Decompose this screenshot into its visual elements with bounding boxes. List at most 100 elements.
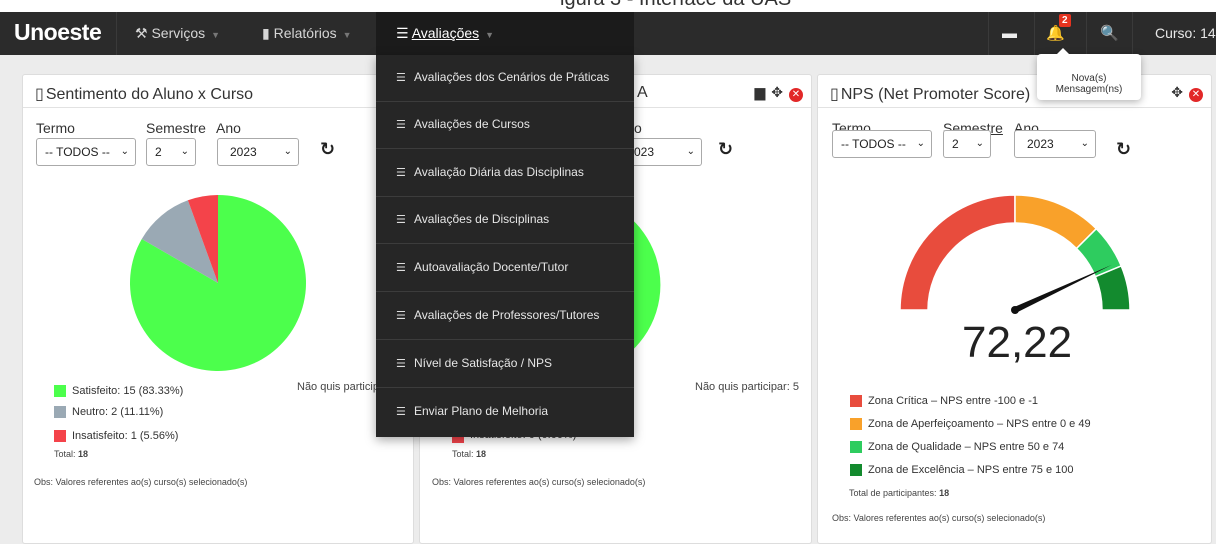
nav-servicos-label: Serviços	[151, 25, 206, 41]
chevron-down-icon: ⌄	[1080, 138, 1089, 149]
stack-icon: ☰	[396, 25, 409, 41]
legend-swatch	[54, 406, 66, 418]
semestre-select[interactable]: 2 ⌄	[943, 130, 991, 158]
stack-icon: ☰	[396, 406, 406, 418]
nao-quis-participar: Não quis participar: 5	[695, 381, 799, 393]
ano-select[interactable]: 2023 ⌄	[1014, 130, 1096, 158]
caret-down-icon: ▼	[342, 30, 352, 40]
chevron-down-icon: ⌄	[916, 138, 925, 149]
ano-value: 2023	[1027, 137, 1054, 151]
termo-select[interactable]: -- TODOS -- ⌄	[36, 138, 136, 166]
pie-chart-sentimento	[130, 195, 306, 371]
search-button[interactable]: 🔍	[1086, 12, 1132, 55]
stack-icon: ☰	[396, 72, 406, 84]
gauge-band	[899, 194, 1016, 311]
total-label: Total:	[54, 449, 79, 459]
semestre-select[interactable]: 2 ⌄	[146, 138, 196, 166]
total-text: Total: 18	[54, 449, 88, 459]
ano-value: 2023	[230, 145, 257, 159]
close-icon[interactable]: ✕	[789, 88, 803, 102]
close-icon[interactable]: ✕	[1189, 88, 1203, 102]
chevron-down-icon: ⌄	[120, 146, 129, 157]
move-icon[interactable]: ✥	[771, 84, 783, 101]
menu-item-cenarios-praticas[interactable]: ☰ Avaliações dos Cenários de Práticas	[376, 55, 634, 102]
obs-text: Obs: Valores referentes ao(s) curso(s) s…	[432, 477, 646, 487]
stack-icon: ☰	[396, 262, 406, 274]
termo-value: -- TODOS --	[841, 137, 906, 151]
panel-header: ▯ NPS (Net Promoter Score) ✥ ✕	[818, 75, 1211, 108]
termo-select[interactable]: -- TODOS -- ⌄	[832, 130, 932, 158]
menu-item-label: Avaliações de Disciplinas	[414, 212, 550, 226]
panel-title: Sentimento do Aluno x Curso	[45, 86, 254, 103]
nav-avaliacoes[interactable]: ☰ Avaliações ▼	[376, 12, 634, 55]
notifications-button[interactable]: 🔔 2	[1034, 12, 1076, 55]
ano-value-partial: 023	[634, 145, 655, 159]
legend-swatch	[850, 441, 862, 453]
chevron-down-icon: ⌄	[686, 146, 695, 157]
curso-selector[interactable]: Curso: 14	[1132, 12, 1216, 55]
refresh-icon[interactable]: ↻	[718, 139, 733, 160]
nav-relatorios-label: Relatórios	[273, 25, 337, 41]
mobile-icon: ▯	[35, 86, 44, 103]
menu-item-plano-melhoria[interactable]: ☰ Enviar Plano de Melhoria	[376, 389, 634, 436]
menu-item-autoavaliacao[interactable]: ☰ Autoavaliação Docente/Tutor	[376, 245, 634, 292]
messages-button[interactable]: ▬	[988, 12, 1030, 55]
nao-quis-participar: Não quis particip	[297, 381, 379, 393]
menu-item-label: Avaliação Diária das Disciplinas	[414, 165, 584, 179]
legend-label: Zona de Aperfeiçoamento – NPS entre 0 e …	[868, 418, 1091, 430]
obs-text: Obs: Valores referentes ao(s) curso(s) s…	[832, 513, 1046, 523]
caret-down-icon: ▼	[211, 30, 221, 40]
nav-servicos[interactable]: ⚒ Serviços ▼	[116, 12, 238, 55]
menu-item-label: Autoavaliação Docente/Tutor	[414, 260, 569, 274]
nav-avaliacoes-label: Avaliações	[411, 25, 480, 41]
chat-icon: ▬	[1002, 25, 1017, 42]
search-icon: 🔍	[1100, 25, 1119, 42]
move-icon[interactable]: ✥	[1171, 84, 1183, 101]
mobile-icon: ▯	[830, 86, 839, 103]
messages-tooltip: Nova(s) Mensagem(ns)	[1037, 48, 1141, 100]
menu-item-label: Avaliações de Cursos	[414, 117, 530, 131]
legend-label: Zona Crítica – NPS entre -100 e -1	[868, 395, 1038, 407]
total-text: Total: 18	[452, 449, 486, 459]
stack-icon: ☰	[396, 167, 406, 179]
nps-value: 72,22	[962, 318, 1073, 367]
semestre-value: 2	[155, 145, 162, 159]
menu-item-avaliacoes-disciplinas[interactable]: ☰ Avaliações de Disciplinas	[376, 197, 634, 244]
avaliacoes-dropdown-menu: ☰ Avaliações dos Cenários de Práticas ☰ Av…	[376, 55, 634, 437]
semestre-value: 2	[952, 137, 959, 151]
menu-item-nps[interactable]: ☰ Nível de Satisfação / NPS	[376, 341, 634, 388]
ano-label: Ano	[216, 120, 241, 136]
stack-icon: ☰	[396, 119, 406, 131]
termo-value: -- TODOS --	[45, 145, 110, 159]
caret-down-icon: ▼	[485, 30, 495, 40]
menu-item-diaria-disciplinas[interactable]: ☰ Avaliação Diária das Disciplinas	[376, 150, 634, 197]
stack-icon: ☰	[396, 358, 406, 370]
brand-logo[interactable]: Unoeste	[14, 19, 102, 46]
legend-label: Zona de Qualidade – NPS entre 50 e 74	[868, 441, 1065, 453]
termo-label-partial: o	[634, 120, 642, 136]
legend-swatch	[850, 395, 862, 407]
chevron-down-icon: ⌄	[975, 138, 984, 149]
page-heading: igura 3 - Interface da UAS	[560, 0, 791, 11]
nav-relatorios[interactable]: ▮ Relatórios ▼	[242, 12, 376, 55]
chevron-down-icon: ⌄	[283, 146, 292, 157]
menu-item-label: Avaliações de Professores/Tutores	[414, 308, 600, 322]
obs-text: Obs: Valores referentes ao(s) curso(s) s…	[34, 477, 248, 487]
legend-label: Insatisfeito: 1 (5.56%)	[72, 430, 179, 442]
legend-label: Zona de Excelência – NPS entre 75 e 100	[868, 464, 1074, 476]
legend-swatch	[850, 418, 862, 430]
refresh-icon[interactable]: ↻	[320, 139, 335, 160]
ano-select[interactable]: 2023 ⌄	[217, 138, 299, 166]
menu-item-professores-tutores[interactable]: ☰ Avaliações de Professores/Tutores	[376, 293, 634, 340]
total-label: Total:	[452, 449, 477, 459]
refresh-icon[interactable]: ↻	[1116, 139, 1131, 160]
print-icon[interactable]: ▆	[754, 84, 765, 101]
menu-item-label: Nível de Satisfação / NPS	[414, 356, 553, 370]
termo-label: Termo	[36, 120, 75, 136]
menu-item-avaliacoes-cursos[interactable]: ☰ Avaliações de Cursos	[376, 102, 634, 149]
panel-header: ▯Sentimento do Aluno x Curso ▆	[23, 75, 413, 108]
total-value: 18	[476, 449, 487, 459]
legend-swatch	[54, 430, 66, 442]
legend-swatch	[850, 464, 862, 476]
notification-badge: 2	[1059, 14, 1071, 27]
